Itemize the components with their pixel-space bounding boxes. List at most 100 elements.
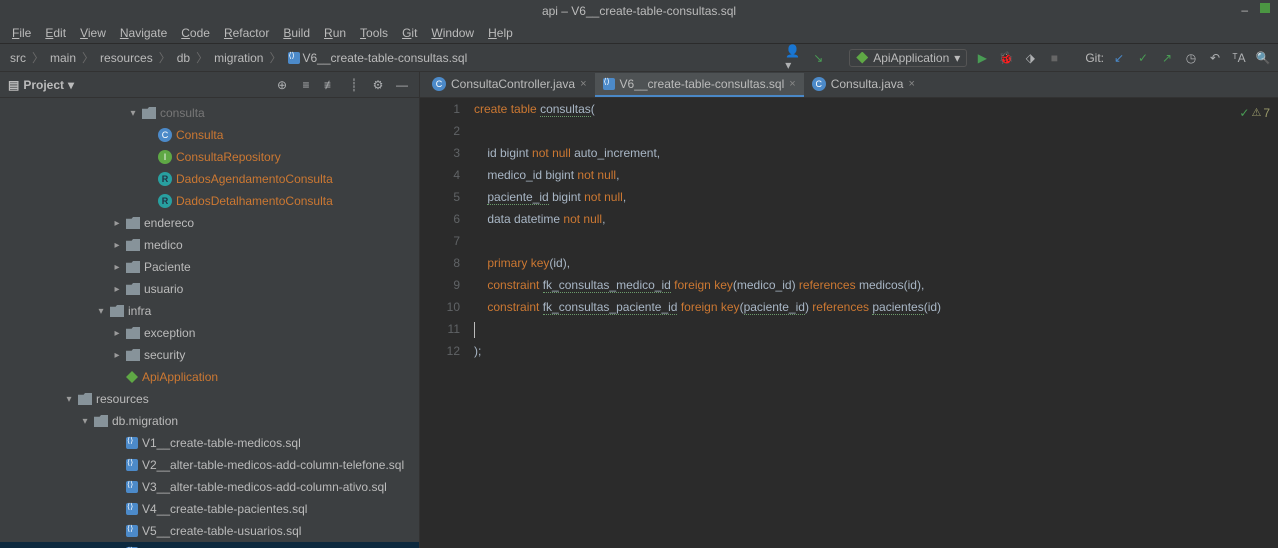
tree-arrow-icon[interactable]: ▾ — [128, 108, 138, 119]
tab-label: V6__create-table-consultas.sql — [620, 77, 785, 91]
tree-item[interactable]: ▸exception — [0, 322, 419, 344]
editor-tab[interactable]: CConsultaController.java× — [424, 73, 595, 97]
breadcrumb-segment[interactable]: V6__create-table-consultas.sql — [284, 49, 472, 67]
menu-refactor[interactable]: Refactor — [218, 24, 275, 42]
git-push-icon[interactable]: ↗ — [1158, 49, 1176, 67]
project-tree[interactable]: ▾consultaCConsultaIConsultaRepositoryRDa… — [0, 98, 419, 548]
menu-edit[interactable]: Edit — [39, 24, 72, 42]
select-file-icon[interactable]: ⊕ — [273, 76, 291, 94]
tree-arrow-icon[interactable]: ▾ — [96, 306, 106, 317]
collapse-icon[interactable]: ≢ — [321, 76, 339, 94]
tree-arrow-icon[interactable]: ▸ — [112, 240, 122, 251]
tree-label: ApiApplication — [142, 370, 218, 384]
line-number: 7 — [420, 230, 460, 252]
minimize-icon[interactable]: – — [1241, 3, 1248, 17]
run-icon[interactable]: ▶ — [973, 49, 991, 67]
breadcrumb-segment[interactable]: resources — [96, 49, 157, 67]
hammer-icon[interactable]: ↘ — [809, 49, 827, 67]
tree-item[interactable]: ▸usuario — [0, 278, 419, 300]
menu-help[interactable]: Help — [482, 24, 519, 42]
breadcrumb-segment[interactable]: main — [46, 49, 80, 67]
tree-item[interactable]: RDadosDetalhamentoConsulta — [0, 190, 419, 212]
tree-item[interactable]: ▾resources — [0, 388, 419, 410]
folder-icon — [142, 107, 156, 119]
run-config-label: ApiApplication — [873, 51, 949, 65]
translate-icon[interactable]: ᵀA — [1230, 49, 1248, 67]
spring-icon — [126, 371, 138, 383]
navigation-bar: src〉main〉resources〉db〉migration〉V6__crea… — [0, 44, 1278, 72]
tree-item[interactable]: ApiApplication — [0, 366, 419, 388]
settings-icon[interactable]: ⚙ — [369, 76, 387, 94]
db-icon — [126, 481, 138, 493]
menu-build[interactable]: Build — [277, 24, 316, 42]
tree-item[interactable]: V6__create-table-consultas.sql — [0, 542, 419, 548]
close-icon[interactable]: × — [908, 78, 914, 90]
tab-label: ConsultaController.java — [451, 77, 575, 91]
tree-arrow-icon[interactable]: ▾ — [64, 394, 74, 405]
close-icon[interactable]: × — [789, 78, 795, 90]
menu-bar: FileEditViewNavigateCodeRefactorBuildRun… — [0, 22, 1278, 44]
tree-item[interactable]: ▸Paciente — [0, 256, 419, 278]
breadcrumb-segment[interactable]: src — [6, 49, 30, 67]
tree-arrow-icon[interactable]: ▸ — [112, 218, 122, 229]
tree-item[interactable]: V3__alter-table-medicos-add-column-ativo… — [0, 476, 419, 498]
chevron-right-icon: 〉 — [194, 49, 210, 66]
line-number: 5 — [420, 186, 460, 208]
breadcrumb-segment[interactable]: migration — [210, 49, 267, 67]
tree-item[interactable]: ▸security — [0, 344, 419, 366]
menu-window[interactable]: Window — [425, 24, 480, 42]
menu-file[interactable]: File — [6, 24, 37, 42]
run-config-selector[interactable]: ApiApplication ▾ — [849, 49, 967, 67]
project-tool-title[interactable]: ▤ Project ▾ — [8, 78, 267, 92]
breadcrumb-segment[interactable]: db — [173, 49, 194, 67]
folder-icon — [126, 217, 140, 229]
tree-item[interactable]: ▸ endereco — [0, 212, 419, 234]
user-icon[interactable]: 👤▾ — [785, 49, 803, 67]
folder-icon — [94, 415, 108, 427]
folder-icon — [126, 261, 140, 273]
tree-item[interactable]: IConsultaRepository — [0, 146, 419, 168]
rollback-icon[interactable]: ↶ — [1206, 49, 1224, 67]
editor-tab[interactable]: CConsulta.java× — [804, 73, 923, 97]
tree-arrow-icon[interactable]: ▾ — [80, 416, 90, 427]
tree-item[interactable]: ▸medico — [0, 234, 419, 256]
hide-icon[interactable]: — — [393, 76, 411, 94]
search-icon[interactable]: 🔍 — [1254, 49, 1272, 67]
tree-item[interactable]: V1__create-table-medicos.sql — [0, 432, 419, 454]
git-update-icon[interactable]: ↙ — [1110, 49, 1128, 67]
debug-icon[interactable]: 🐞 — [997, 49, 1015, 67]
tree-arrow-icon[interactable]: ▸ — [112, 328, 122, 339]
divider-icon: ┊ — [345, 76, 363, 94]
tree-arrow-icon[interactable]: ▸ — [112, 350, 122, 361]
tree-label: endereco — [144, 216, 194, 230]
menu-view[interactable]: View — [74, 24, 112, 42]
tree-arrow-icon[interactable]: ▸ — [112, 284, 122, 295]
tree-item[interactable]: ▾consulta — [0, 102, 419, 124]
tree-item[interactable]: V2__alter-table-medicos-add-column-telef… — [0, 454, 419, 476]
expand-icon[interactable]: ≡ — [297, 76, 315, 94]
close-icon[interactable]: × — [580, 78, 586, 90]
menu-git[interactable]: Git — [396, 24, 423, 42]
code-content[interactable]: ✓⚠ 7 create table consultas( id bigint n… — [470, 98, 1278, 548]
tree-item[interactable]: RDadosAgendamentoConsulta — [0, 168, 419, 190]
tree-label: ConsultaRepository — [176, 150, 281, 164]
editor-tab[interactable]: V6__create-table-consultas.sql × — [595, 73, 804, 97]
git-commit-icon[interactable]: ✓ — [1134, 49, 1152, 67]
tree-item[interactable]: V4__create-table-pacientes.sql — [0, 498, 419, 520]
maximize-icon[interactable] — [1260, 3, 1270, 13]
coverage-icon[interactable]: ⬗ — [1021, 49, 1039, 67]
tree-label: db.migration — [112, 414, 178, 428]
tree-arrow-icon[interactable]: ▸ — [112, 262, 122, 273]
stop-icon[interactable]: ■ — [1045, 49, 1063, 67]
tree-item[interactable]: ▾ db.migration — [0, 410, 419, 432]
menu-tools[interactable]: Tools — [354, 24, 394, 42]
tree-item[interactable]: ▾infra — [0, 300, 419, 322]
tree-item[interactable]: V5__create-table-usuarios.sql — [0, 520, 419, 542]
menu-code[interactable]: Code — [175, 24, 216, 42]
tree-label: DadosDetalhamentoConsulta — [176, 194, 333, 208]
menu-navigate[interactable]: Navigate — [114, 24, 173, 42]
tree-item[interactable]: CConsulta — [0, 124, 419, 146]
problems-indicator[interactable]: ✓⚠ 7 — [1239, 102, 1270, 124]
menu-run[interactable]: Run — [318, 24, 352, 42]
history-icon[interactable]: ◷ — [1182, 49, 1200, 67]
